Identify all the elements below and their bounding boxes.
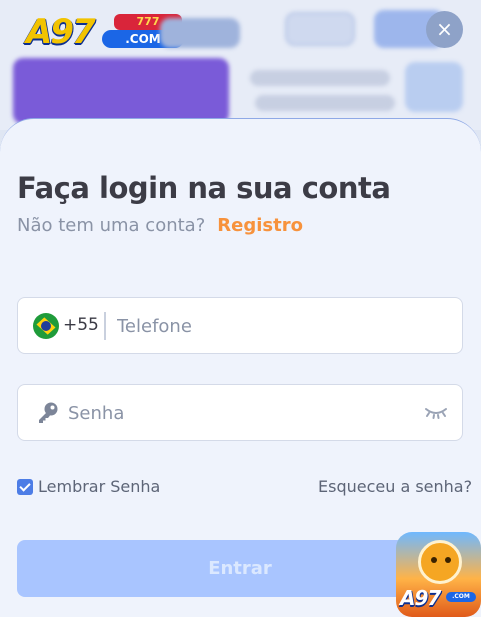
page-title: Faça login na sua conta (17, 171, 391, 205)
country-code[interactable]: +55 (63, 315, 99, 335)
close-icon: × (436, 17, 453, 41)
close-button[interactable]: × (426, 11, 463, 48)
blurred-text (250, 70, 390, 86)
blurred-banner (160, 18, 240, 48)
brand-logo: 777 A97 .COM (26, 12, 184, 52)
phone-input[interactable] (117, 312, 447, 340)
remember-password-toggle[interactable]: Lembrar Senha (17, 477, 160, 496)
no-account-text: Não tem uma conta? (17, 215, 206, 236)
app-icon-logo-domain: .COM (446, 592, 476, 602)
floating-app-icon[interactable]: A97 .COM (396, 532, 481, 617)
register-link[interactable]: Registro (217, 215, 303, 236)
remember-password-label: Lembrar Senha (38, 477, 161, 496)
password-field[interactable] (17, 384, 463, 441)
blurred-promo-banner (13, 58, 229, 124)
forgot-password-link[interactable]: Esqueceu a senha? (318, 477, 472, 496)
app-icon-logo-text: A97 (400, 586, 441, 610)
eye-closed-icon[interactable] (424, 404, 448, 422)
password-input[interactable] (68, 399, 418, 427)
tiger-mascot-icon (418, 540, 462, 584)
brand-logo-text: A97 (26, 12, 96, 52)
blurred-image (405, 62, 463, 112)
no-account-line: Não tem uma conta? Registro (17, 215, 303, 236)
phone-field[interactable]: +55 (17, 297, 463, 354)
divider (104, 312, 106, 340)
blurred-text (255, 95, 395, 111)
key-icon (39, 402, 58, 423)
blurred-login-button (285, 12, 355, 46)
background-page: 777 A97 .COM × (0, 0, 481, 130)
brazil-flag-icon (33, 313, 59, 339)
checkbox-checked-icon[interactable] (17, 478, 33, 495)
